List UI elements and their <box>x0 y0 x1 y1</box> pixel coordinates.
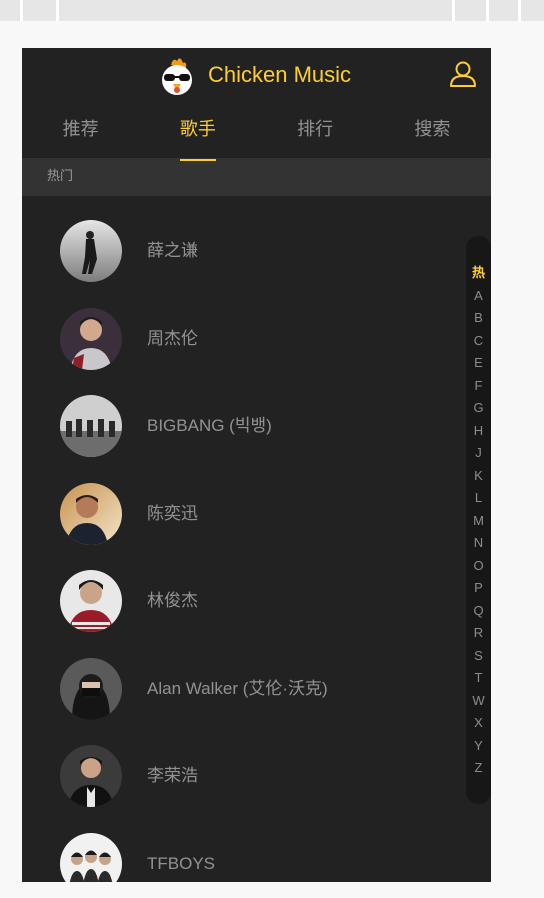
singer-name: Alan Walker (艾伦·沃克) <box>147 678 328 698</box>
tab-label: 搜索 <box>414 119 451 140</box>
singer-name: BIGBANG (빅뱅) <box>147 416 272 435</box>
strip-divider <box>518 0 521 21</box>
strip-divider <box>56 0 59 21</box>
shortcut-letter[interactable]: Z <box>466 757 491 780</box>
browser-top-strip <box>0 0 544 21</box>
singer-avatar[interactable] <box>60 482 122 545</box>
shortcut-letter[interactable]: F <box>466 375 491 398</box>
singer-avatar[interactable] <box>60 657 122 720</box>
strip-divider <box>452 0 455 21</box>
shortcut-letter[interactable]: R <box>466 622 491 645</box>
shortcut-letter[interactable]: Q <box>466 600 491 623</box>
app-title: Chicken Music <box>208 62 352 87</box>
shortcut-letter[interactable]: L <box>466 487 491 510</box>
singer-item[interactable]: Alan Walker (艾伦·沃克) <box>22 657 491 746</box>
singer-avatar[interactable] <box>60 745 122 807</box>
user-icon[interactable] <box>449 60 477 88</box>
singer-item[interactable]: 薛之谦 <box>22 220 491 308</box>
shortcut-list: 热ABCEFGHJKLMNOPQRSTWXYZ <box>466 236 491 780</box>
shortcut-letter[interactable]: O <box>466 555 491 578</box>
shortcut-letter[interactable]: K <box>466 465 491 488</box>
singer-item[interactable]: 林俊杰 <box>22 570 491 658</box>
shortcut-letter[interactable]: 热 <box>466 262 491 285</box>
strip-divider <box>486 0 489 21</box>
tab-bar: 推荐 歌手 排行 搜索 <box>22 102 491 161</box>
strip-divider <box>20 0 23 21</box>
app-header: Chicken Music <box>22 48 491 102</box>
singer-name: 陈奕迅 <box>147 503 198 523</box>
shortcut-letter[interactable]: X <box>466 712 491 735</box>
tab-label: 歌手 <box>179 102 216 161</box>
music-app: Chicken Music 推荐 歌手 排行 搜索 热门 薛之谦 周杰伦 BIG… <box>22 48 491 882</box>
singer-item[interactable]: 李荣浩 <box>22 745 491 833</box>
singer-item[interactable]: BIGBANG (빅뱅) <box>22 395 491 483</box>
shortcut-letter[interactable]: M <box>466 510 491 533</box>
singer-avatar[interactable] <box>60 395 122 457</box>
singer-item[interactable]: 周杰伦 <box>22 307 491 396</box>
chicken-logo-icon <box>162 58 192 95</box>
singer-avatar[interactable] <box>60 307 122 370</box>
shortcut-letter[interactable]: T <box>466 667 491 690</box>
singer-name: 林俊杰 <box>147 591 198 610</box>
singer-avatar[interactable] <box>60 570 122 632</box>
shortcut-letter[interactable]: G <box>466 397 491 420</box>
tab-singer[interactable]: 歌手 <box>139 102 256 161</box>
alphabet-shortcut-bar[interactable]: 热ABCEFGHJKLMNOPQRSTWXYZ <box>466 236 491 804</box>
singer-name: 周杰伦 <box>147 328 198 348</box>
tab-label: 推荐 <box>62 119 99 140</box>
shortcut-letter[interactable]: Y <box>466 735 491 758</box>
singer-list: 薛之谦 周杰伦 BIGBANG (빅뱅) 陈奕迅 林俊杰 Alan Walker… <box>22 196 491 882</box>
shortcut-letter[interactable]: B <box>466 307 491 330</box>
singer-item[interactable]: 陈奕迅 <box>22 482 491 571</box>
tab-recommend[interactable]: 推荐 <box>22 102 139 158</box>
shortcut-letter[interactable]: P <box>466 577 491 600</box>
group-title: 热门 <box>22 158 491 196</box>
shortcut-letter[interactable]: S <box>466 645 491 668</box>
singer-name: 李荣浩 <box>147 766 198 785</box>
shortcut-letter[interactable]: N <box>466 532 491 555</box>
tab-rank[interactable]: 排行 <box>257 102 374 158</box>
singer-item[interactable]: TFBOYS <box>22 832 491 882</box>
tab-label: 排行 <box>297 119 334 140</box>
shortcut-letter[interactable]: C <box>466 330 491 353</box>
singer-avatar[interactable] <box>60 220 122 282</box>
singer-name: 薛之谦 <box>147 241 198 260</box>
shortcut-letter[interactable]: A <box>466 285 491 308</box>
tab-search[interactable]: 搜索 <box>374 102 491 158</box>
shortcut-letter[interactable]: H <box>466 420 491 443</box>
shortcut-letter[interactable]: J <box>466 442 491 465</box>
shortcut-letter[interactable]: E <box>466 352 491 375</box>
shortcut-letter[interactable]: W <box>466 690 491 713</box>
singer-name: TFBOYS <box>147 853 216 873</box>
singer-avatar[interactable] <box>60 832 122 882</box>
